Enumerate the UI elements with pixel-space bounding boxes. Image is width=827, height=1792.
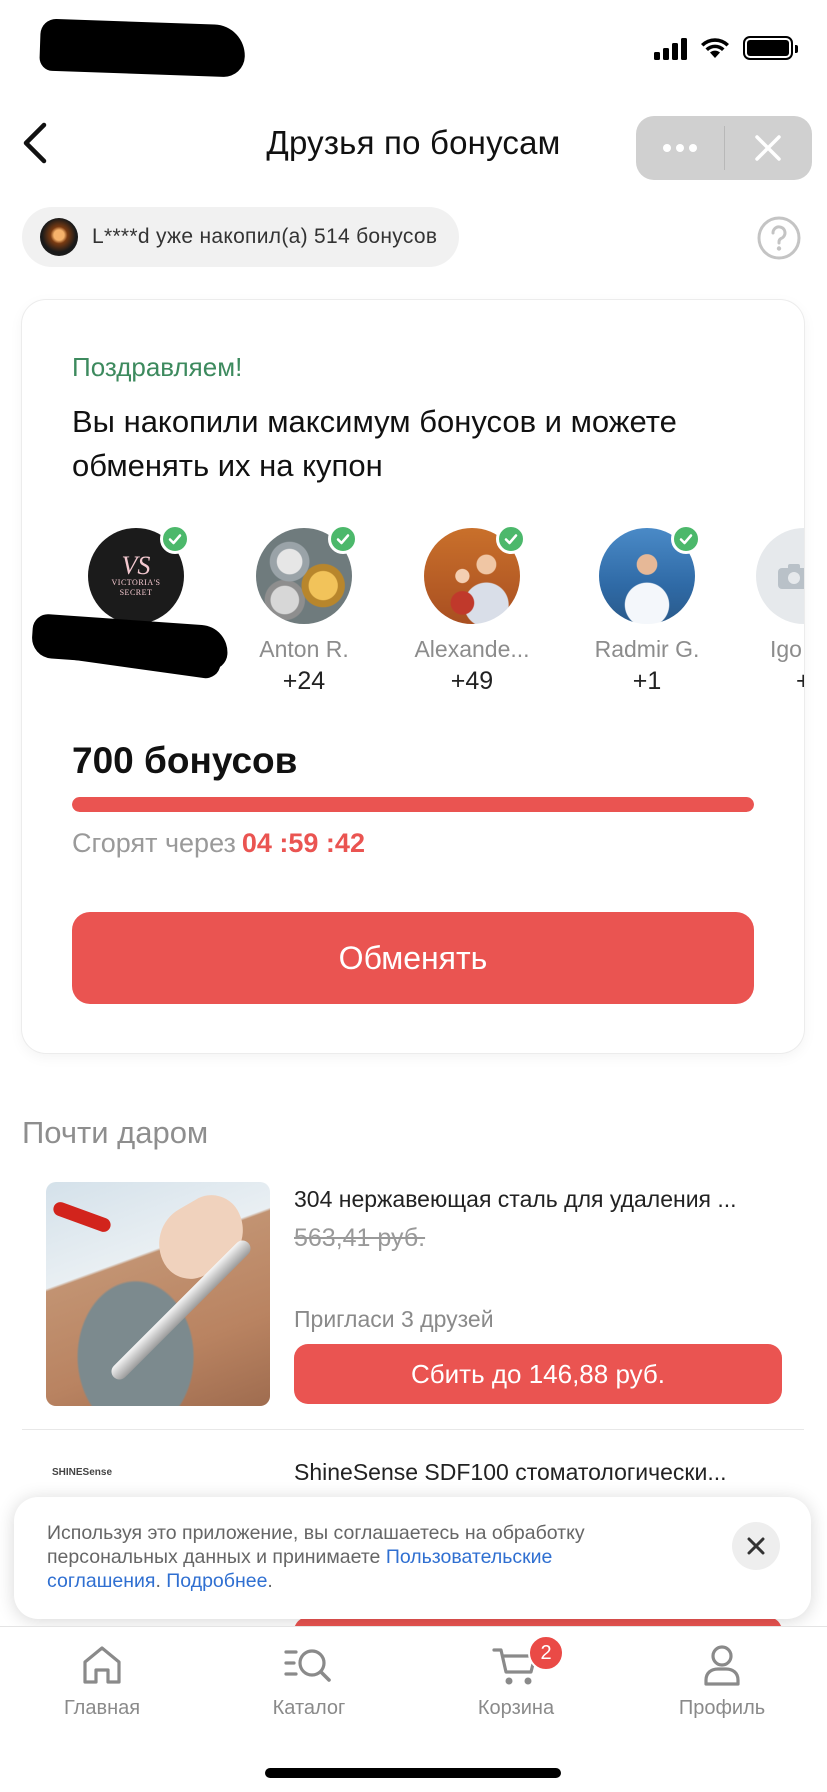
friend-avatar: VS VICTORIA'S SECRET bbox=[88, 524, 190, 624]
tab-label: Каталог bbox=[272, 1697, 346, 1719]
signal-icon bbox=[654, 36, 687, 60]
friend-item[interactable]: Radmir G. +1 bbox=[567, 524, 727, 696]
friend-name: Alexande... bbox=[414, 636, 530, 662]
close-icon bbox=[747, 1537, 765, 1555]
more-button[interactable] bbox=[636, 116, 724, 180]
home-indicator bbox=[265, 1768, 561, 1778]
camera-icon bbox=[778, 564, 804, 589]
product-image[interactable] bbox=[46, 1182, 270, 1406]
bonus-total: 700 бонусов bbox=[72, 740, 298, 781]
friend-avatar bbox=[756, 528, 804, 624]
tab-label: Корзина bbox=[477, 1697, 555, 1719]
check-icon bbox=[328, 524, 358, 554]
friend-bonus: + bbox=[796, 667, 804, 695]
status-icons bbox=[654, 36, 798, 60]
tab-cart[interactable]: 2 Корзина bbox=[436, 1635, 596, 1720]
bonus-card: Поздравляем! Вы накопили максимум бонусо… bbox=[22, 300, 804, 1053]
product-title[interactable]: ShineSense SDF100 стоматологически... bbox=[294, 1459, 784, 1486]
status-bar bbox=[0, 0, 827, 100]
catalog-search-icon bbox=[284, 1649, 331, 1682]
friend-bonus: +1 bbox=[632, 667, 662, 695]
invite-text: Пригласи 3 друзей bbox=[294, 1306, 494, 1332]
friend-item[interactable]: Alexande... +49 bbox=[392, 524, 552, 696]
check-icon bbox=[496, 524, 526, 554]
check-icon bbox=[671, 524, 701, 554]
bonus-progress-bar bbox=[72, 797, 754, 812]
old-price: 563,41 руб. bbox=[294, 1224, 426, 1252]
cut-price-button[interactable]: Сбить до 146,88 руб. bbox=[294, 1344, 782, 1404]
cart-badge: 2 bbox=[528, 1635, 564, 1671]
consent-toast: Используя это приложение, вы соглашаетес… bbox=[14, 1497, 811, 1619]
tab-catalog[interactable]: Каталог bbox=[229, 1637, 389, 1720]
product-card[interactable]: 304 нержавеющая сталь для удаления ... 5… bbox=[22, 1182, 804, 1412]
more-link[interactable]: Подробнее bbox=[166, 1570, 267, 1592]
bonus-ticker: L****d уже накопил(а) 514 бонусов bbox=[22, 207, 460, 267]
wifi-icon bbox=[701, 38, 729, 58]
help-icon[interactable] bbox=[756, 215, 802, 261]
congrats-text: Поздравляем! bbox=[72, 352, 243, 382]
friend-item[interactable]: Igo + bbox=[722, 528, 804, 696]
friend-item[interactable]: Anton R. +24 bbox=[224, 524, 384, 696]
friend-name: Igo bbox=[770, 636, 802, 662]
exchange-button[interactable]: Обменять bbox=[72, 912, 754, 1004]
friend-bonus: +24 bbox=[282, 667, 326, 695]
progress-fill bbox=[72, 797, 754, 812]
close-button[interactable] bbox=[725, 116, 813, 180]
avatar bbox=[40, 218, 78, 256]
more-dots-icon bbox=[662, 144, 697, 152]
product-logo: SHINESense bbox=[52, 1467, 113, 1478]
home-icon bbox=[83, 1646, 121, 1684]
expire-row: Сгорят через 04 :59 :42 bbox=[72, 828, 365, 859]
friend-name: Anton R. bbox=[259, 636, 349, 662]
product-title[interactable]: 304 нержавеющая сталь для удаления ... bbox=[294, 1186, 784, 1213]
toast-close-button[interactable] bbox=[732, 1522, 780, 1570]
profile-icon bbox=[704, 1645, 740, 1686]
close-icon bbox=[755, 135, 781, 161]
check-icon bbox=[160, 524, 190, 554]
tab-label: Профиль bbox=[678, 1697, 766, 1719]
consent-text: Используя это приложение, вы соглашаетес… bbox=[47, 1522, 585, 1592]
countdown-timer: 04 :59 :42 bbox=[241, 828, 365, 858]
tab-profile[interactable]: Профиль bbox=[642, 1637, 802, 1720]
redacted-carrier bbox=[39, 18, 246, 78]
expire-label: Сгорят через bbox=[72, 828, 236, 858]
divider bbox=[22, 1429, 804, 1430]
friend-avatar bbox=[256, 524, 358, 624]
nav-header: Друзья по бонусам bbox=[0, 100, 827, 188]
friends-list[interactable]: VS VICTORIA'SSECRET +578 Anton R. +24 bbox=[22, 524, 804, 698]
friend-bonus: +49 bbox=[450, 667, 494, 695]
battery-icon bbox=[743, 36, 798, 60]
tab-label: Главная bbox=[63, 1697, 141, 1719]
friend-avatar bbox=[424, 524, 526, 624]
mini-app-capsule bbox=[636, 116, 812, 180]
ticker-text: L****d уже накопил(а) 514 бонусов bbox=[92, 225, 438, 248]
section-title: Почти даром bbox=[22, 1115, 209, 1150]
card-headline: Вы накопили максимум бонусов и можете об… bbox=[72, 404, 677, 483]
friend-name: Radmir G. bbox=[594, 636, 700, 662]
tab-home[interactable]: Главная bbox=[22, 1637, 182, 1720]
friend-avatar bbox=[599, 524, 701, 624]
